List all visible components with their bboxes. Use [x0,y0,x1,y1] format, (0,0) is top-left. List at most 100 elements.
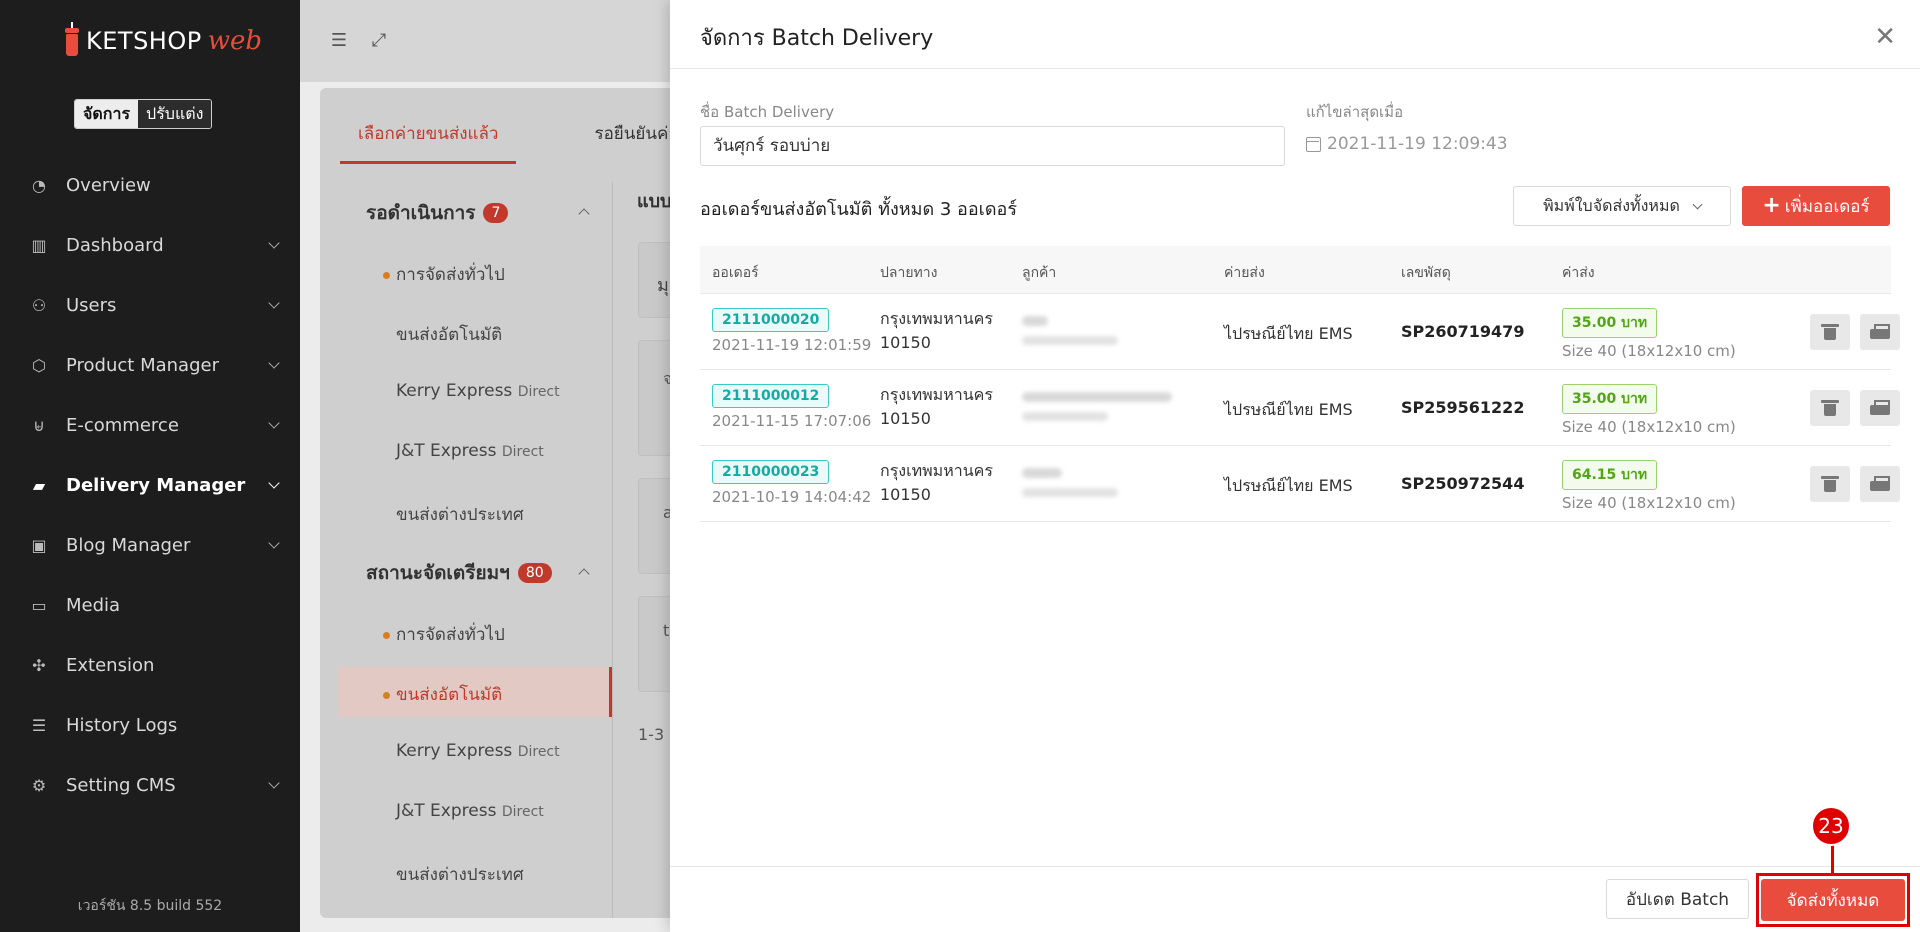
brand-logo[interactable]: KETSHOP web [64,22,262,56]
section-pending[interactable]: รอดำเนินการ 7 [366,198,509,228]
print-button[interactable] [1860,466,1900,502]
version-text: เวอร์ชัน 8.5 build 552 [77,898,223,914]
updated-value: 2021-11-19 12:09:43 [1327,134,1508,154]
user-icon: ⚇ [31,295,47,315]
tab-bar: เลือกค่ายขนส่งแล้ว รอยืนยันค่าย [340,112,706,164]
tracking-number: SP260719479 [1401,322,1525,341]
section-title: รอดำเนินการ [366,202,476,224]
blog-icon: ▣ [31,535,47,555]
dest-province: กรุงเทพมหานคร [880,309,993,328]
sub-auto[interactable]: ขนส่งอัตโนมัติ [396,321,502,348]
table-row: 2111000020 2021-11-19 12:01:59 กรุงเทพมหา… [700,294,1900,370]
order-id-link[interactable]: 2111000012 [712,384,830,408]
ship-all-button[interactable]: จัดส่งทั้งหมด [1761,879,1905,921]
tracking-number: SP259561222 [1401,398,1525,417]
customer-blurred [1022,388,1172,421]
carrier-name: ไปรษณีย์ไทย EMS [1224,400,1353,419]
update-batch-button[interactable]: อัปเดต Batch [1606,879,1749,919]
sidebar-item-label: Media [66,594,121,616]
sidebar-item-product-manager[interactable]: ⬡ Product Manager [0,335,300,395]
sub-kerry-2[interactable]: Kerry Express Direct [396,741,560,761]
calendar-icon [1306,136,1321,152]
section-preparing[interactable]: สถานะจัดเตรียมฯ 80 [366,558,552,588]
batch-name-label: ชื่อ Batch Delivery [700,103,835,121]
trash-icon [1821,476,1839,492]
sidebar-item-blog-manager[interactable]: ▣ Blog Manager [0,515,300,575]
sub-jt-2[interactable]: J&T Express Direct [396,801,544,821]
delete-button[interactable] [1810,314,1850,350]
sub-general-2[interactable]: การจัดส่งทั่วไป [383,621,505,648]
sidebar-item-dashboard[interactable]: ▥ Dashboard [0,215,300,275]
box-icon: ⬡ [32,355,46,375]
sidebar-item-overview[interactable]: ◔ Overview [0,155,300,215]
table-row: 2111000012 2021-11-15 17:07:06 กรุงเทพมหา… [700,370,1900,446]
sub-label: J&T Express [396,801,497,821]
col-carrier: ค่ายส่ง [1224,265,1265,281]
col-tracking: เลขพัสดุ [1401,265,1451,281]
batch-delivery-drawer: จัดการ Batch Delivery ✕ ชื่อ Batch Deliv… [670,0,1920,932]
sub-kerry[interactable]: Kerry Express Direct [396,381,560,401]
sub-intl[interactable]: ขนส่งต่างประเทศ [396,501,524,528]
gear-icon: ⚙ [31,775,47,795]
sub-label: การจัดส่งทั่วไป [396,625,505,645]
order-date: 2021-10-19 14:04:42 [712,488,872,506]
fullscreen-icon[interactable]: ⤢ [368,30,390,52]
chevron-down-icon [268,417,280,429]
sidebar-item-ecommerce[interactable]: ⊌ E-commerce [0,395,300,455]
list-icon: ☰ [31,715,47,735]
sidebar-item-delivery-manager[interactable]: ▰ Delivery Manager [0,455,300,515]
count-badge: 80 [517,563,552,583]
tracking-number: SP250972544 [1401,474,1525,493]
print-button[interactable] [1860,390,1900,426]
count-badge: 7 [483,203,509,223]
add-order-button[interactable]: + เพิ่มออเดอร์ [1742,186,1890,226]
sidebar-item-setting-cms[interactable]: ⚙ Setting CMS [0,755,300,815]
close-icon[interactable]: ✕ [1874,24,1896,50]
footer-divider [670,866,1920,867]
sidebar-item-media[interactable]: ▭ Media [0,575,300,635]
dot-icon [383,271,390,279]
order-count-text: ออเดอร์ขนส่งอัตโนมัติ ทั้งหมด 3 ออเดอร์ [700,199,1017,220]
batch-name-input[interactable]: วันศุกร์ รอบบ่าย [700,126,1285,166]
col-order: ออเดอร์ [712,265,759,281]
order-id-link[interactable]: 2110000023 [712,460,830,484]
sub-label: ขนส่งอัตโนมัติ [396,685,503,705]
sub-label: Kerry Express [396,741,513,761]
sidebar-item-extension[interactable]: ✣ Extension [0,635,300,695]
sub-auto-active[interactable]: ขนส่งอัตโนมัติ [383,681,503,708]
table-row: 2110000023 2021-10-19 14:04:42 กรุงเทพมหา… [700,446,1900,522]
sub-intl-2[interactable]: ขนส่งต่างประเทศ [396,861,524,888]
add-order-label: เพิ่มออเดอร์ [1784,196,1870,217]
delete-button[interactable] [1810,390,1850,426]
order-date: 2021-11-19 12:01:59 [712,336,872,354]
updated-date: 2021-11-19 12:09:43 [1306,134,1508,154]
pagination-text: 1-3 [638,725,665,744]
mode-manage-button[interactable]: จัดการ [75,100,139,128]
carrier-name: ไปรษณีย์ไทย EMS [1224,476,1353,495]
sidebar-item-label: Blog Manager [66,534,191,556]
tab-selected-carrier[interactable]: เลือกค่ายขนส่งแล้ว [340,112,517,164]
order-id-link[interactable]: 2111000020 [712,308,830,332]
dest-zip: 10150 [880,333,931,352]
section-title: สถานะจัดเตรียมฯ [366,562,510,584]
delete-button[interactable] [1810,466,1850,502]
sub-general[interactable]: การจัดส่งทั่วไป [383,261,505,288]
direct-tag: Direct [501,444,544,460]
sidebar-item-users[interactable]: ⚇ Users [0,275,300,335]
trash-icon [1821,400,1839,416]
truck-icon: ▰ [32,475,46,495]
sub-jt[interactable]: J&T Express Direct [396,441,544,461]
sidebar-item-history-logs[interactable]: ☰ History Logs [0,695,300,755]
chevron-down-icon [268,777,280,789]
collapse-menu-icon[interactable]: ☰ [328,30,350,52]
parcel-size: Size 40 (18x12x10 cm) [1562,342,1736,360]
sidebar-item-label: History Logs [66,714,178,736]
print-button[interactable] [1860,314,1900,350]
print-all-dropdown[interactable]: พิมพ์ใบจัดส่งทั้งหมด [1513,186,1731,226]
mode-customize-button[interactable]: ปรับแต่ง [138,100,212,128]
cup-logo-icon [64,22,80,56]
orders-table-header: ออเดอร์ ปลายทาง ลูกค้า ค่ายส่ง เลขพัสดุ … [700,246,1891,294]
bar-chart-icon: ▥ [31,235,47,255]
chevron-down-icon [1692,199,1703,209]
trash-icon [1821,324,1839,340]
